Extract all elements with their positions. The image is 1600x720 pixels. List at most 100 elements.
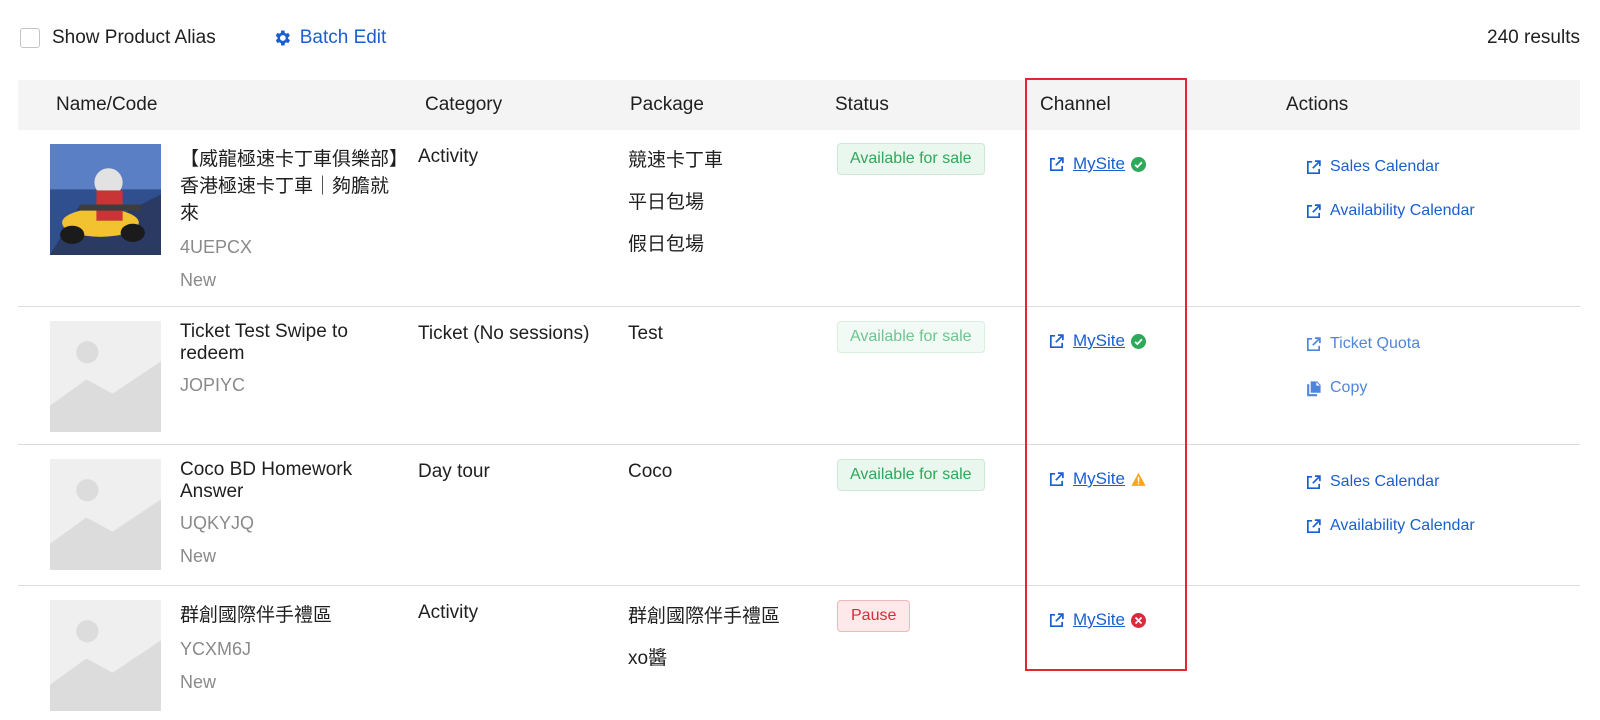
package-cell: 競速卡丁車 平日包場 假日包場 <box>628 150 723 276</box>
package-item: xo醬 <box>628 648 668 669</box>
channel-label: MySite <box>1073 469 1125 488</box>
status-badge: Available for sale <box>837 459 985 491</box>
show-product-alias-checkbox[interactable] <box>20 28 40 48</box>
package-cell: Test <box>628 323 663 365</box>
channel-link-mysite[interactable]: MySite <box>1048 154 1146 174</box>
products-table: Name/Code Category Package Status Channe… <box>18 80 1580 720</box>
product-code: 4UEPCX <box>180 237 253 257</box>
external-link-icon <box>1306 518 1321 533</box>
gear-icon <box>275 30 290 46</box>
sales-calendar-link[interactable]: Sales Calendar <box>1305 471 1475 493</box>
product-tag: New <box>180 546 217 566</box>
image-placeholder-icon <box>50 600 161 711</box>
package-item: 平日包場 <box>628 192 705 213</box>
product-code: JOPIYC <box>180 375 246 395</box>
name-code-cell: 【威龍極速卡丁車俱樂部】香港極速卡丁車｜夠膽就來 4UEPCX New <box>180 146 405 291</box>
package-item: 競速卡丁車 <box>628 150 724 171</box>
image-placeholder-icon <box>50 459 161 570</box>
table-row: 【威龍極速卡丁車俱樂部】香港極速卡丁車｜夠膽就來 4UEPCX New Acti… <box>18 130 1580 307</box>
product-name[interactable]: Coco BD Homework Answer <box>180 459 405 503</box>
name-code-cell: Ticket Test Swipe to redeem JOPIYC <box>180 321 405 396</box>
channel-cell: MySite <box>1048 331 1146 351</box>
external-link-icon <box>1049 471 1064 486</box>
package-item: 假日包場 <box>628 234 705 255</box>
product-code: YCXM6J <box>180 639 252 659</box>
action-label: Sales Calendar <box>1330 473 1440 490</box>
name-code-cell: Coco BD Homework Answer UQKYJQ New <box>180 459 405 567</box>
results-count: 240 results <box>1487 27 1580 48</box>
copy-button[interactable]: Copy <box>1305 377 1420 399</box>
channel-cell: MySite <box>1048 469 1146 489</box>
name-code-cell: 群創國際伴手禮區 YCXM6J New <box>180 602 405 693</box>
warning-triangle-icon <box>1131 472 1146 486</box>
availability-calendar-link[interactable]: Availability Calendar <box>1305 200 1475 222</box>
check-circle-icon <box>1130 156 1146 172</box>
column-header-package: Package <box>630 94 704 115</box>
package-cell: 群創國際伴手禮區 xo醬 <box>628 606 780 690</box>
action-label: Availability Calendar <box>1330 517 1475 534</box>
error-circle-icon <box>1130 612 1146 628</box>
actions-cell: Sales Calendar Availability Calendar <box>1305 156 1475 244</box>
actions-cell: Sales Calendar Availability Calendar <box>1305 471 1475 559</box>
package-item: 群創國際伴手禮區 <box>628 606 781 627</box>
external-link-icon <box>1306 336 1321 351</box>
availability-calendar-link[interactable]: Availability Calendar <box>1305 515 1475 537</box>
status-badge: Available for sale <box>837 321 985 353</box>
table-row: Coco BD Homework Answer UQKYJQ New Day t… <box>18 445 1580 586</box>
status-cell: Available for sale <box>837 143 985 175</box>
external-link-icon <box>1306 474 1321 489</box>
product-name[interactable]: 【威龍極速卡丁車俱樂部】香港極速卡丁車｜夠膽就來 <box>180 146 405 227</box>
product-thumbnail-placeholder[interactable] <box>50 459 161 570</box>
product-thumbnail-placeholder[interactable] <box>50 600 161 711</box>
check-circle-icon <box>1130 333 1146 349</box>
column-header-category: Category <box>425 94 503 115</box>
package-item: Coco <box>628 461 673 482</box>
status-badge: Pause <box>837 600 911 632</box>
product-thumbnail-go-kart[interactable] <box>50 144 161 255</box>
package-item: Test <box>628 323 663 344</box>
channel-link-mysite[interactable]: MySite <box>1048 610 1146 630</box>
category-cell: Ticket (No sessions) <box>418 323 590 344</box>
status-cell: Available for sale <box>837 459 985 491</box>
actions-cell: Ticket Quota Copy <box>1305 333 1420 421</box>
batch-edit-label: Batch Edit <box>299 27 387 48</box>
external-link-icon <box>1049 156 1064 171</box>
channel-label: MySite <box>1073 154 1125 173</box>
action-label: Copy <box>1330 379 1368 396</box>
status-badge: Available for sale <box>837 143 985 175</box>
action-label: Sales Calendar <box>1330 158 1440 175</box>
status-cell: Pause <box>837 600 911 632</box>
batch-edit-button[interactable]: Batch Edit <box>272 27 387 49</box>
category-cell: Day tour <box>418 461 490 482</box>
channel-cell: MySite <box>1048 154 1146 174</box>
product-thumbnail-placeholder[interactable] <box>50 321 161 432</box>
action-label: Ticket Quota <box>1330 335 1421 352</box>
product-tag: New <box>180 672 217 692</box>
column-header-actions: Actions <box>1286 94 1349 115</box>
category-cell: Activity <box>418 602 479 623</box>
channel-label: MySite <box>1073 610 1125 629</box>
product-tag: New <box>180 270 217 290</box>
sales-calendar-link[interactable]: Sales Calendar <box>1305 156 1475 178</box>
image-placeholder-icon <box>50 321 161 432</box>
channel-label: MySite <box>1073 331 1125 350</box>
copy-icon <box>1307 380 1321 396</box>
external-link-icon <box>1049 333 1064 348</box>
action-label: Availability Calendar <box>1330 202 1475 219</box>
ticket-quota-link[interactable]: Ticket Quota <box>1305 333 1420 355</box>
channel-link-mysite[interactable]: MySite <box>1048 469 1146 489</box>
product-name[interactable]: 群創國際伴手禮區 <box>180 602 405 629</box>
toolbar: Show Product Alias Batch Edit 240 result… <box>20 18 1580 58</box>
external-link-icon <box>1049 612 1064 627</box>
table-header: Name/Code Category Package Status Channe… <box>18 80 1580 130</box>
product-name[interactable]: Ticket Test Swipe to redeem <box>180 321 405 365</box>
product-code: UQKYJQ <box>180 513 255 533</box>
column-header-channel: Channel <box>1040 94 1111 115</box>
show-product-alias-label: Show Product Alias <box>52 27 216 48</box>
channel-cell: MySite <box>1048 610 1146 630</box>
category-cell: Activity <box>418 146 479 167</box>
status-cell: Available for sale <box>837 321 985 353</box>
column-header-name: Name/Code <box>56 94 158 115</box>
channel-link-mysite[interactable]: MySite <box>1048 331 1146 351</box>
go-kart-image <box>50 144 161 255</box>
